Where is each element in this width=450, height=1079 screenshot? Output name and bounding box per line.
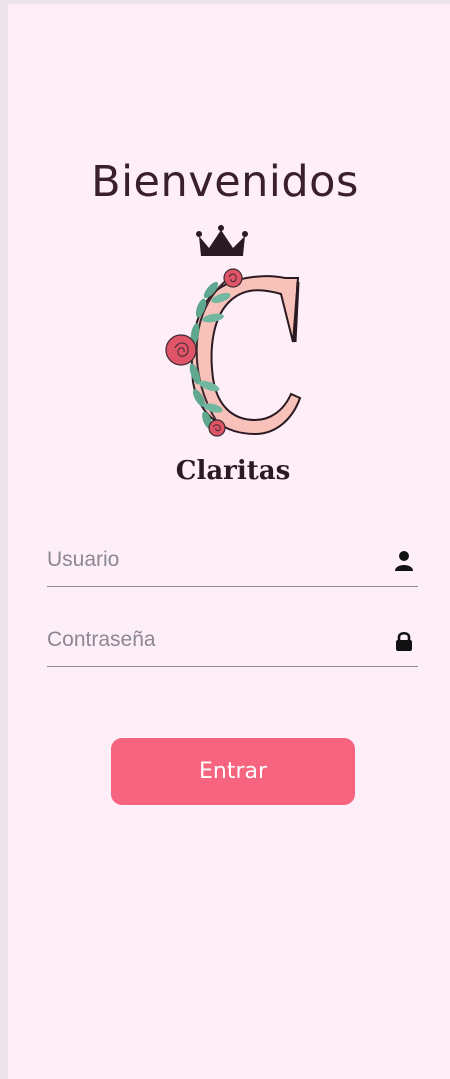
user-icon (395, 551, 413, 571)
login-button[interactable]: Entrar (111, 738, 355, 805)
floral-letter-c-icon (165, 268, 302, 437)
lock-icon (396, 631, 412, 651)
username-field[interactable] (47, 536, 418, 587)
password-field[interactable] (47, 616, 418, 667)
brand-name: Claritas (175, 456, 291, 486)
password-input[interactable] (47, 624, 367, 656)
username-input[interactable] (47, 544, 367, 576)
page-title: Bienvenidos (91, 156, 359, 207)
crown-icon (196, 225, 248, 256)
brand-logo (165, 225, 302, 437)
